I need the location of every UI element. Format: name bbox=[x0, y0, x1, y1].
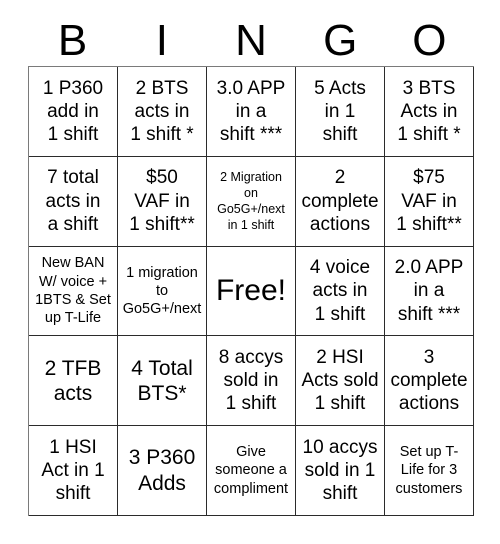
bingo-cell-label: 10 accys sold in 1 shift bbox=[302, 436, 378, 505]
bingo-cell[interactable]: 2.0 APP in a shift *** bbox=[385, 246, 474, 337]
bingo-cell-label: 2 TFB acts bbox=[44, 356, 102, 405]
bingo-cell-label: 2.0 APP in a shift *** bbox=[394, 257, 464, 325]
bingo-cell-label: 2 Migration on Go5G+/next in 1 shift bbox=[217, 169, 285, 233]
bingo-cell-label: Give someone a compliment bbox=[213, 444, 289, 497]
bingo-cell[interactable]: 1 HSI Act in 1 shift bbox=[29, 426, 118, 516]
bingo-header-letter-b: B bbox=[57, 16, 88, 65]
bingo-cell-label: $75 VAF in 1 shift** bbox=[396, 167, 462, 235]
bingo-cell-label: 4 voice acts in 1 shift bbox=[309, 257, 371, 325]
bingo-cell-label: New BAN W/ voice + 1BTS & Set up T-Life bbox=[35, 255, 111, 327]
bingo-header-letter-o: O bbox=[412, 16, 447, 65]
bingo-cell[interactable]: 2 BTS acts in 1 shift * bbox=[118, 67, 207, 157]
bingo-cell[interactable]: $50 VAF in 1 shift** bbox=[118, 156, 207, 247]
bingo-cell[interactable]: 4 voice acts in 1 shift bbox=[296, 246, 385, 337]
bingo-cell-label: $50 VAF in 1 shift** bbox=[129, 167, 195, 235]
bingo-cell[interactable]: Set up T- Life for 3 customers bbox=[385, 426, 474, 516]
bingo-cell[interactable]: Give someone a compliment bbox=[207, 426, 296, 516]
bingo-cell[interactable]: 7 total acts in a shift bbox=[29, 156, 118, 247]
bingo-cell-label: 2 complete actions bbox=[301, 167, 379, 235]
bingo-cell-label: 5 Acts in 1 shift bbox=[314, 77, 366, 145]
bingo-grid: 1 P360 add in 1 shift 2 BTS acts in 1 shi… bbox=[28, 66, 474, 516]
bingo-cell-label: 3 complete actions bbox=[390, 347, 468, 415]
bingo-cell[interactable]: 3.0 APP in a shift *** bbox=[207, 67, 296, 157]
bingo-header-letter-i: I bbox=[155, 16, 168, 65]
bingo-cell[interactable]: 10 accys sold in 1 shift bbox=[296, 426, 385, 516]
bingo-cell[interactable]: 2 TFB acts bbox=[29, 336, 118, 427]
bingo-cell[interactable]: 1 migration to Go5G+/next bbox=[118, 246, 207, 337]
bingo-cell-label: 8 accys sold in 1 shift bbox=[218, 347, 284, 415]
bingo-cell[interactable]: 3 complete actions bbox=[385, 336, 474, 427]
bingo-cell[interactable]: 2 HSI Acts sold 1 shift bbox=[296, 336, 385, 427]
bingo-cell[interactable]: $75 VAF in 1 shift** bbox=[385, 156, 474, 247]
bingo-cell-label: 4 Total BTS* bbox=[131, 356, 193, 405]
bingo-cell-label: 1 migration to Go5G+/next bbox=[122, 264, 202, 318]
bingo-header-letter-n: N bbox=[235, 16, 267, 65]
bingo-cell-label: 1 P360 add in 1 shift bbox=[42, 77, 104, 145]
bingo-cell[interactable]: 1 P360 add in 1 shift bbox=[29, 67, 118, 157]
bingo-cell[interactable]: 2 Migration on Go5G+/next in 1 shift bbox=[207, 156, 296, 247]
bingo-cell-label: Free! bbox=[215, 274, 287, 308]
bingo-header: BINGO bbox=[28, 16, 474, 66]
bingo-cell[interactable]: 3 BTS Acts in 1 shift * bbox=[385, 67, 474, 157]
bingo-cell-label: 3.0 APP in a shift *** bbox=[216, 77, 286, 145]
bingo-cell[interactable]: 8 accys sold in 1 shift bbox=[207, 336, 296, 427]
bingo-cell[interactable]: 5 Acts in 1 shift bbox=[296, 67, 385, 157]
bingo-cell-label: 1 HSI Act in 1 shift bbox=[41, 436, 105, 505]
bingo-cell-label: 2 HSI Acts sold 1 shift bbox=[301, 347, 379, 415]
bingo-cell-label: Set up T- Life for 3 customers bbox=[395, 444, 463, 497]
bingo-cell[interactable]: New BAN W/ voice + 1BTS & Set up T-Life bbox=[29, 246, 118, 337]
bingo-cell[interactable]: 2 complete actions bbox=[296, 156, 385, 247]
bingo-card: B I N G O 1 P360 add in 1 shift 2 BTS acts in… bbox=[0, 0, 500, 544]
bingo-cell-label: 2 BTS acts in 1 shift * bbox=[130, 77, 194, 145]
bingo-cell[interactable]: 3 P360 Adds bbox=[118, 426, 207, 516]
bingo-cell-label: 3 BTS Acts in 1 shift * bbox=[397, 77, 461, 145]
bingo-cell-free[interactable]: Free! bbox=[207, 246, 296, 337]
bingo-cell[interactable]: 4 Total BTS* bbox=[118, 336, 207, 427]
bingo-cell-label: 7 total acts in a shift bbox=[45, 167, 101, 235]
bingo-header-letter-g: G bbox=[323, 16, 358, 65]
bingo-cell-label: 3 P360 Adds bbox=[128, 446, 196, 495]
